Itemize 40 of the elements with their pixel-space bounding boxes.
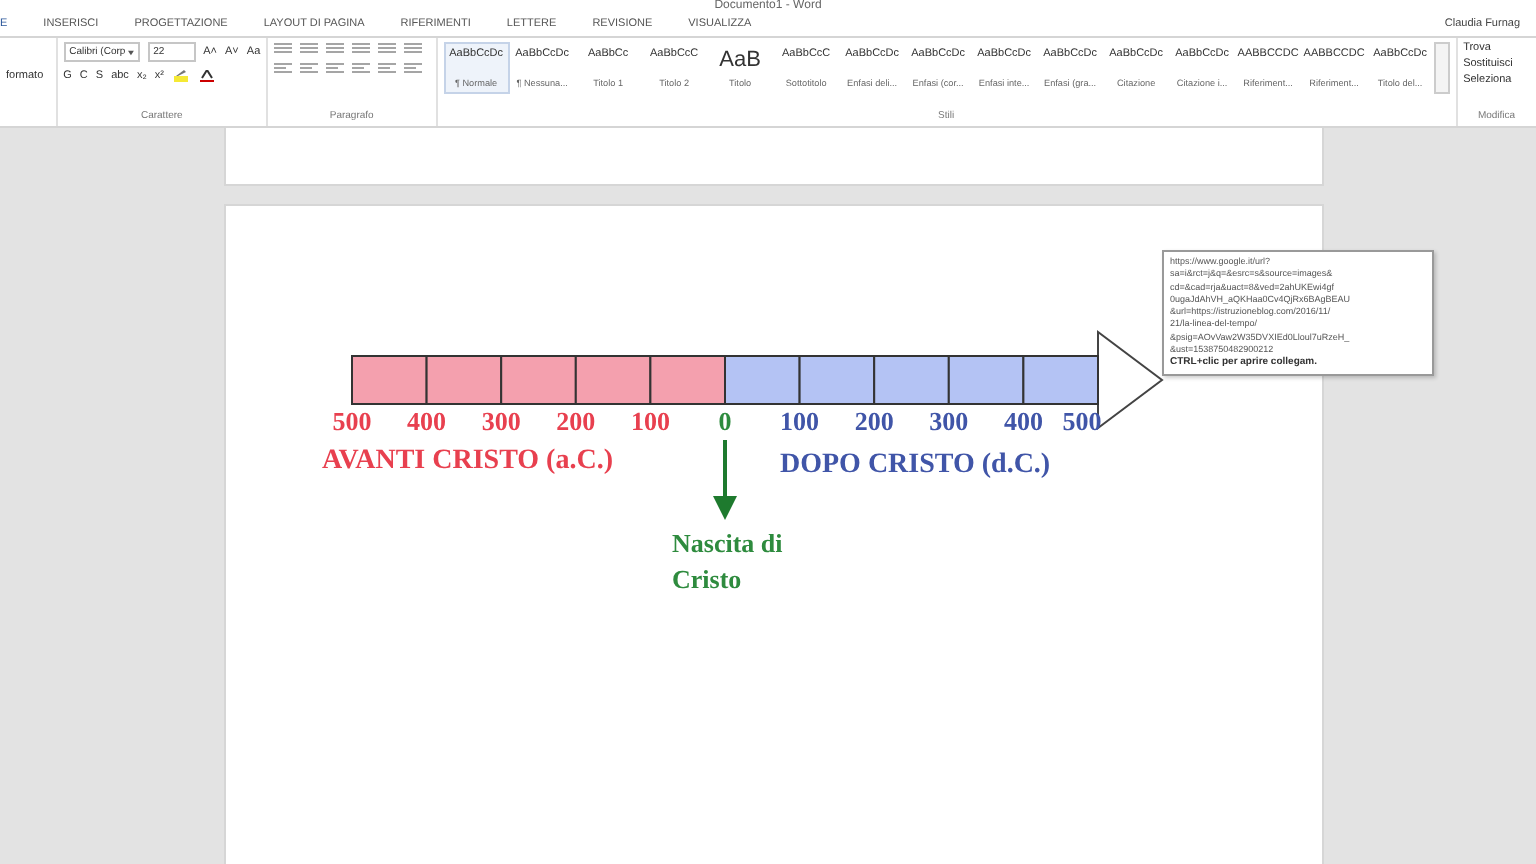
timeline-segment xyxy=(425,355,503,405)
year-label: 0 xyxy=(718,406,732,436)
era-caption: DOPO CRISTO (d.C.) xyxy=(780,450,1051,480)
list-icon[interactable] xyxy=(274,42,293,54)
year-label: 200 xyxy=(854,406,894,436)
year-label: 100 xyxy=(630,406,670,436)
caret-icon xyxy=(127,49,134,55)
list-icon[interactable] xyxy=(378,42,397,54)
list-icon[interactable] xyxy=(326,42,345,54)
align-icon[interactable] xyxy=(274,62,293,74)
list-icon[interactable] xyxy=(352,42,371,54)
birth-label: Nascita di Cristo xyxy=(672,528,783,594)
align-icon[interactable] xyxy=(300,62,319,74)
timeline-segment xyxy=(351,355,428,405)
timeline-segment xyxy=(873,355,950,405)
list-icon[interactable] xyxy=(404,42,423,54)
list-icon[interactable] xyxy=(300,42,319,54)
align-icon[interactable] xyxy=(352,62,371,74)
timeline-segment xyxy=(500,355,577,405)
font-color-icon[interactable] xyxy=(197,70,216,82)
year-label: 300 xyxy=(929,406,969,436)
timeline-segment xyxy=(649,355,726,405)
align-icon[interactable] xyxy=(326,62,345,74)
timeline-segment xyxy=(574,355,652,405)
align-icon[interactable] xyxy=(404,62,423,74)
align-icon[interactable] xyxy=(378,62,397,74)
highlight-icon[interactable] xyxy=(171,70,190,82)
year-label: 400 xyxy=(1003,406,1043,436)
year-label: 200 xyxy=(556,406,596,436)
year-label: 300 xyxy=(481,406,521,436)
year-label: 100 xyxy=(780,406,820,436)
era-caption: AVANTI CRISTO (a.C.) xyxy=(322,446,613,476)
gallery-scrollbar[interactable] xyxy=(1433,42,1450,94)
year-label: 500 xyxy=(332,406,372,436)
timeline-segment xyxy=(1022,355,1099,405)
timeline-segment xyxy=(798,355,876,405)
year-label: 400 xyxy=(407,406,447,436)
timeline-segment xyxy=(724,355,801,405)
downward-arrow xyxy=(713,440,737,520)
timeline-segment xyxy=(947,355,1025,405)
